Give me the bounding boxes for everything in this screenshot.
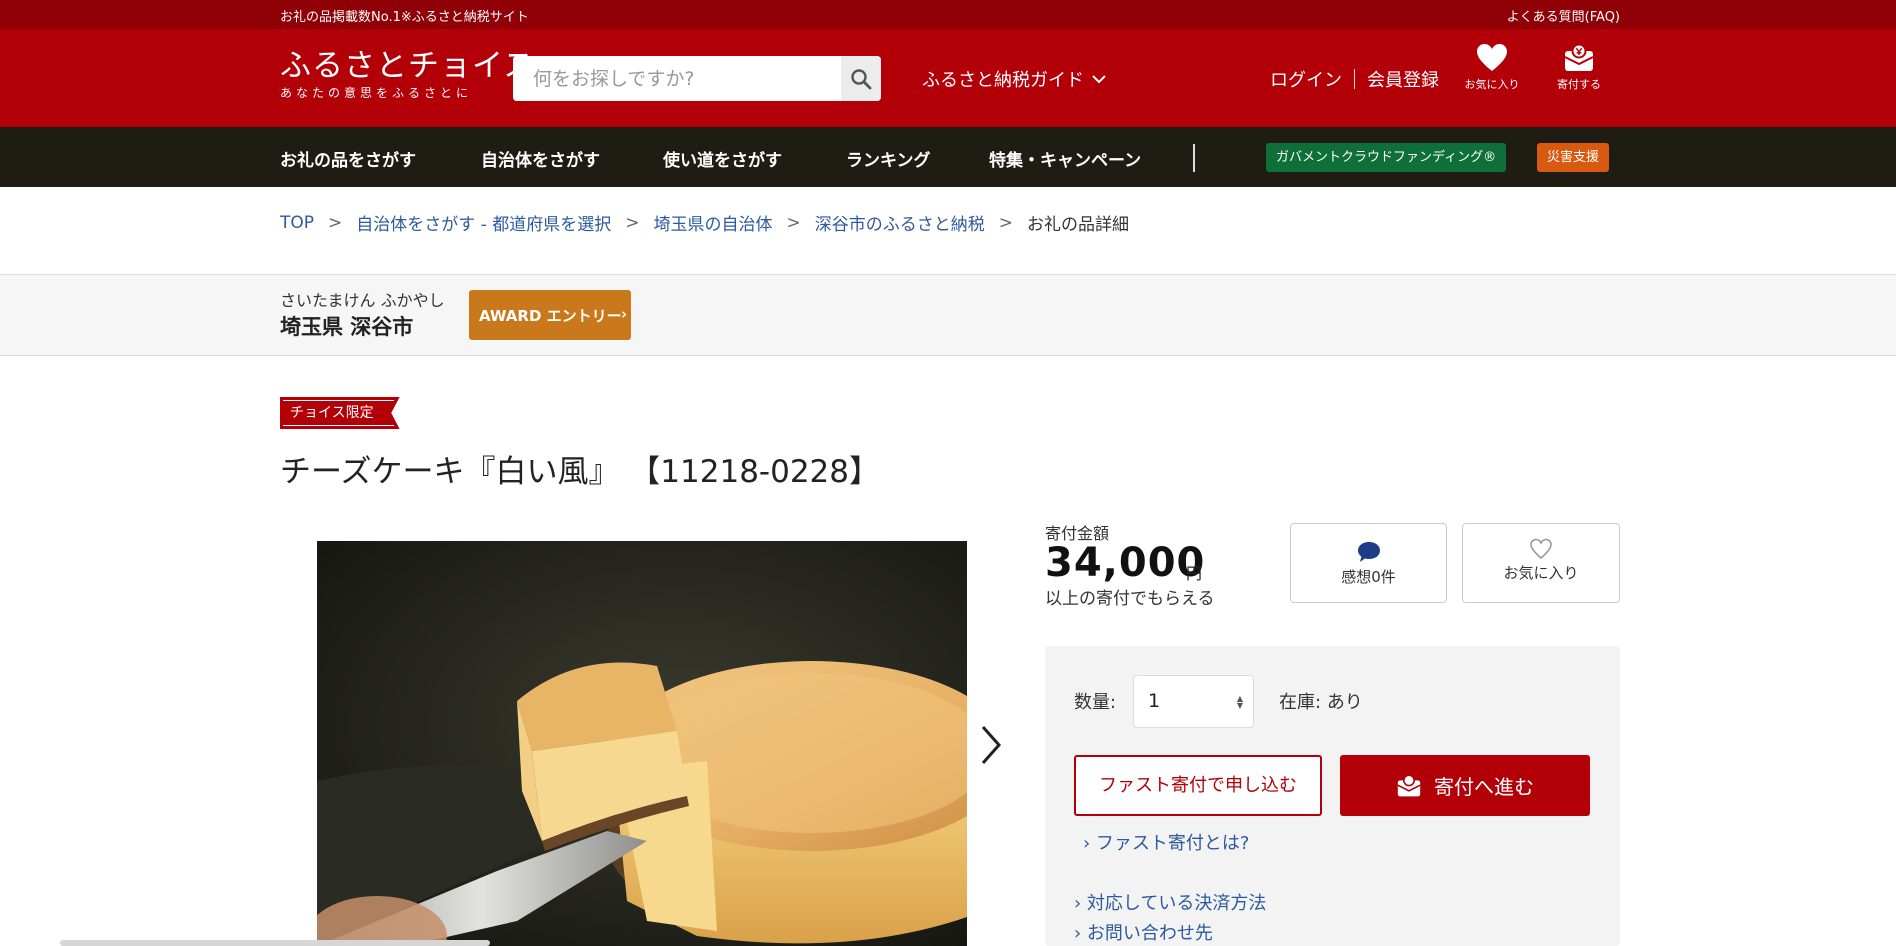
next-image-arrow[interactable] [980, 724, 1002, 766]
fast-donation-button[interactable]: ファスト寄付で申し込む [1074, 755, 1322, 816]
add-favorite-label: お気に入り [1503, 564, 1579, 582]
add-favorite-button[interactable]: お気に入り [1462, 523, 1620, 603]
nav-item-features[interactable]: 特集・キャンペーン [989, 146, 1141, 171]
quantity-value: 1 [1148, 690, 1161, 712]
breadcrumb-saitama[interactable]: 埼玉県の自治体 [653, 210, 772, 235]
nav-item-gifts[interactable]: お礼の品をさがす [280, 146, 416, 171]
municipality-kana: さいたまけん ふかやし [280, 291, 445, 310]
gcf-button[interactable]: ガバメントクラウドファンディング® [1266, 143, 1507, 172]
breadcrumb-current: お礼の品詳細 [1026, 215, 1129, 235]
nav-item-uses[interactable]: 使い道をさがす [663, 146, 782, 171]
login-link[interactable]: ログイン [1270, 66, 1342, 92]
fast-donation-info-link[interactable]: › ファスト寄付とは? [1083, 829, 1249, 855]
search-input[interactable] [513, 56, 841, 101]
heart-icon [1477, 44, 1507, 71]
donate-button[interactable]: 寄付する [1539, 43, 1619, 92]
product-title: チーズケーキ『白い風』 【11218-0228】 [280, 454, 880, 490]
favorites-label: お気に入り [1464, 78, 1520, 91]
cheesecake-illustration [317, 541, 967, 946]
site-header: ふるさとチョイス あなたの意思をふるさとに ふるさと納税ガイド ログイン 会員登… [0, 29, 1896, 127]
donate-box-icon [1397, 773, 1421, 796]
breadcrumb-prefecture[interactable]: 自治体をさがす - 都道府県を選択 [356, 210, 611, 235]
municipality-name[interactable]: 埼玉県 深谷市 [280, 311, 413, 341]
donate-label: 寄付する [1557, 78, 1601, 91]
global-nav: お礼の品をさがす 自治体をさがす 使い道をさがす ランキング 特集・キャンペーン… [0, 127, 1896, 187]
register-link[interactable]: 会員登録 [1367, 66, 1439, 92]
nav-divider [1193, 144, 1195, 172]
disaster-support-button[interactable]: 災害支援 [1537, 143, 1610, 172]
guide-label: ふるさと納税ガイド [922, 70, 1084, 91]
fast-donation-info-label: ファスト寄付とは? [1095, 833, 1250, 854]
payment-methods-label: 対応している決済方法 [1086, 893, 1267, 914]
chevron-right-icon: › [620, 305, 627, 323]
site-logo[interactable]: ふるさとチョイス あなたの意思をふるさとに [280, 49, 535, 101]
stock-label: 在庫: [1279, 692, 1322, 713]
donation-unit: 円 [1186, 564, 1203, 583]
stock-status: 在庫: あり [1279, 688, 1363, 714]
favorites-button[interactable]: お気に入り [1452, 43, 1532, 92]
breadcrumb-separator: > [998, 212, 1013, 233]
contact-link[interactable]: › お問い合わせ先 [1074, 919, 1213, 945]
search-box [513, 56, 881, 101]
comment-icon [1357, 542, 1380, 562]
guide-dropdown[interactable]: ふるさと納税ガイド [922, 66, 1106, 92]
logo-wordmark: ふるさとチョイス [280, 48, 536, 84]
quantity-label: 数量: [1074, 692, 1117, 713]
donate-box-icon [1564, 43, 1594, 71]
breadcrumb-top[interactable]: TOP [280, 213, 314, 233]
auth-links: ログイン 会員登録 [1270, 66, 1439, 92]
logo-tagline: あなたの意思をふるさとに [280, 86, 473, 100]
stock-value: あり [1326, 692, 1363, 713]
chevron-down-icon [1092, 74, 1106, 83]
donation-amount-note: 以上の寄付でもらえる [1045, 589, 1215, 609]
breadcrumb-separator: > [625, 212, 640, 233]
product-image[interactable] [317, 541, 967, 946]
nav-item-ranking[interactable]: ランキング [846, 146, 931, 171]
horizontal-scrollbar[interactable] [60, 940, 490, 946]
donation-amount: 34,000 [1045, 540, 1206, 586]
proceed-donation-button[interactable]: 寄付へ進む [1340, 755, 1590, 816]
search-icon [851, 68, 872, 89]
municipality-band: さいたまけん ふかやし 埼玉県 深谷市 AWARD エントリー › [0, 274, 1896, 356]
breadcrumb: TOP > 自治体をさがす - 都道府県を選択 > 埼玉県の自治体 > 深谷市の… [280, 210, 1129, 236]
order-panel: 数量: 1 ▲ ▼ 在庫: あり ファスト寄付で申し込む 寄付へ進む › ファスト… [1045, 646, 1620, 946]
comments-button[interactable]: 感想0件 [1290, 523, 1447, 603]
payment-methods-link[interactable]: › 対応している決済方法 [1074, 889, 1266, 915]
contact-label: お問い合わせ先 [1086, 923, 1213, 944]
search-button[interactable] [841, 56, 881, 101]
top-strip: お礼の品掲載数No.1※ふるさと納税サイト よくある質問(FAQ) [0, 0, 1896, 29]
comments-count: 感想0件 [1341, 568, 1396, 586]
breadcrumb-fukaya[interactable]: 深谷市のふるさと納税 [815, 210, 985, 235]
award-entry-label: AWARD エントリー [479, 306, 622, 325]
nav-item-municipalities[interactable]: 自治体をさがす [481, 146, 600, 171]
faq-link[interactable]: よくある質問(FAQ) [1507, 6, 1620, 25]
proceed-donation-label: 寄付へ進む [1434, 775, 1534, 799]
award-entry-button[interactable]: AWARD エントリー › [469, 290, 631, 340]
breadcrumb-separator: > [328, 212, 343, 233]
breadcrumb-separator: > [786, 212, 801, 233]
site-tagline: お礼の品掲載数No.1※ふるさと納税サイト [280, 10, 529, 25]
auth-divider [1354, 69, 1355, 89]
choice-limited-badge: チョイス限定 [280, 397, 400, 429]
quantity-select[interactable]: 1 ▲ ▼ [1133, 675, 1254, 728]
heart-outline-icon [1530, 538, 1552, 560]
stepper-icon: ▲ ▼ [1236, 694, 1243, 710]
